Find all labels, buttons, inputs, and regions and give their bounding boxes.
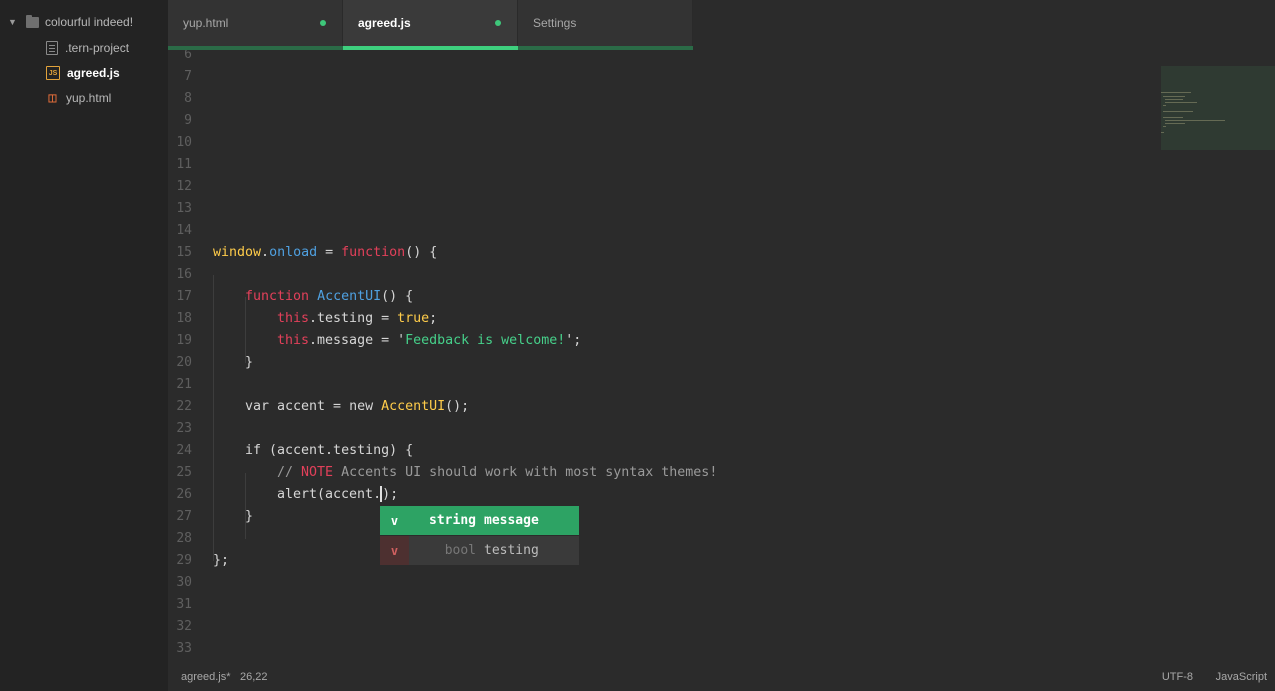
- autocomplete-type: bool: [444, 543, 476, 558]
- autocomplete-item-testing[interactable]: v bool testing: [380, 536, 579, 565]
- line-number: 29: [176, 553, 192, 568]
- tab-label: yup.html: [183, 16, 229, 30]
- modified-dot-icon: [495, 20, 501, 26]
- line-number: 33: [176, 641, 192, 656]
- code-line-17: function AccentUI() {: [245, 289, 414, 304]
- minimap[interactable]: [1161, 66, 1275, 150]
- status-bar: agreed.js* 26,22 UTF-8 JavaScript: [168, 663, 1275, 691]
- line-number: 21: [176, 377, 192, 392]
- minimap-line: [1163, 117, 1183, 118]
- line-number: 22: [176, 399, 192, 414]
- autocomplete-popup: v string message v bool testing: [380, 506, 579, 565]
- autocomplete-item-message[interactable]: v string message: [380, 506, 579, 535]
- minimap-line: [1165, 120, 1225, 121]
- line-number: 23: [176, 421, 192, 436]
- status-grammar[interactable]: JavaScript: [1216, 671, 1267, 683]
- code-line-15: window.onload = function() {: [213, 245, 438, 260]
- status-cursor-position[interactable]: 26,22: [240, 671, 268, 683]
- modified-dot-icon: [320, 20, 326, 26]
- tree-item-label: .tern-project: [65, 41, 130, 55]
- line-number: 20: [176, 355, 192, 370]
- variable-kind-icon: v: [380, 536, 409, 565]
- tab-bar: yup.html agreed.js Settings: [168, 0, 693, 50]
- tree-item-agreed-js[interactable]: JS agreed.js: [46, 61, 120, 85]
- code-line-20: }: [245, 355, 254, 370]
- line-number: 15: [176, 245, 192, 260]
- file-text-icon: [46, 41, 58, 55]
- line-number: 11: [176, 157, 192, 172]
- code-line-26: alert(accent.);: [277, 486, 399, 502]
- line-number: 24: [176, 443, 192, 458]
- tab-settings[interactable]: Settings: [518, 0, 693, 46]
- tree-view: ▼ colourful indeed! .tern-project JS agr…: [0, 0, 168, 691]
- tab-label: Settings: [533, 16, 577, 30]
- tab-yup-html[interactable]: yup.html: [168, 0, 343, 46]
- minimap-line: [1163, 105, 1166, 106]
- code-line-18: this.testing = true;: [277, 311, 438, 326]
- minimap-line: [1165, 123, 1185, 124]
- code-line-19: this.message = 'Feedback is welcome!';: [277, 333, 582, 348]
- line-number: 30: [176, 575, 192, 590]
- folder-icon: [26, 14, 39, 28]
- chevron-down-icon[interactable]: ▼: [8, 17, 20, 27]
- line-number: 13: [176, 201, 192, 216]
- html5-file-icon: ◫: [47, 92, 58, 104]
- line-number: 8: [184, 91, 192, 106]
- autocomplete-type: string: [429, 513, 476, 528]
- minimap-line: [1161, 92, 1191, 93]
- line-number: 10: [176, 135, 192, 150]
- code-line-25: // NOTE Accents UI should work with most…: [277, 465, 718, 480]
- autocomplete-name: testing: [484, 543, 539, 558]
- tab-label: agreed.js: [358, 16, 411, 30]
- variable-kind-icon: v: [380, 506, 409, 535]
- line-number: 9: [184, 113, 192, 128]
- minimap-line: [1161, 132, 1164, 133]
- line-number: 19: [176, 333, 192, 348]
- line-number: 14: [176, 223, 192, 238]
- minimap-line: [1163, 126, 1166, 127]
- tree-root-label: colourful indeed!: [45, 15, 134, 29]
- minimap-line: [1163, 111, 1193, 112]
- line-number: 25: [176, 465, 192, 480]
- tree-item-yup-html[interactable]: ◫ yup.html: [46, 86, 112, 110]
- line-number: 17: [176, 289, 192, 304]
- line-number: 6: [184, 50, 192, 62]
- indent-guide: [213, 275, 214, 561]
- tree-item-label: agreed.js: [67, 66, 120, 80]
- minimap-line: [1165, 102, 1197, 103]
- js-file-icon: JS: [46, 66, 60, 80]
- code-line-29: };: [213, 553, 230, 568]
- line-number: 16: [176, 267, 192, 282]
- line-number: 26: [176, 487, 192, 502]
- code-line-22: var accent = new AccentUI();: [245, 399, 470, 414]
- minimap-line: [1163, 96, 1185, 97]
- line-number: 32: [176, 619, 192, 634]
- line-number: 18: [176, 311, 192, 326]
- line-number: 28: [176, 531, 192, 546]
- line-number: 31: [176, 597, 192, 612]
- status-encoding[interactable]: UTF-8: [1162, 671, 1193, 683]
- status-file-name[interactable]: agreed.js*: [181, 671, 231, 683]
- tree-item-label: yup.html: [66, 91, 112, 105]
- tab-agreed-js[interactable]: agreed.js: [343, 0, 518, 46]
- tree-root-folder[interactable]: ▼ colourful indeed!: [8, 10, 133, 34]
- line-number: 27: [176, 509, 192, 524]
- line-number: 7: [184, 69, 192, 84]
- tree-item-tern-project[interactable]: .tern-project: [46, 36, 129, 60]
- minimap-line: [1165, 99, 1183, 100]
- code-line-24: if (accent.testing) {: [245, 443, 414, 458]
- code-line-27: }: [245, 509, 254, 524]
- code-editor[interactable]: 6 7 8 9 10 11 12 13 14 15 16 17 18 19 20 21 22 23 24 25 26 27…: [168, 50, 1161, 660]
- line-number: 12: [176, 179, 192, 194]
- autocomplete-name: message: [484, 513, 539, 528]
